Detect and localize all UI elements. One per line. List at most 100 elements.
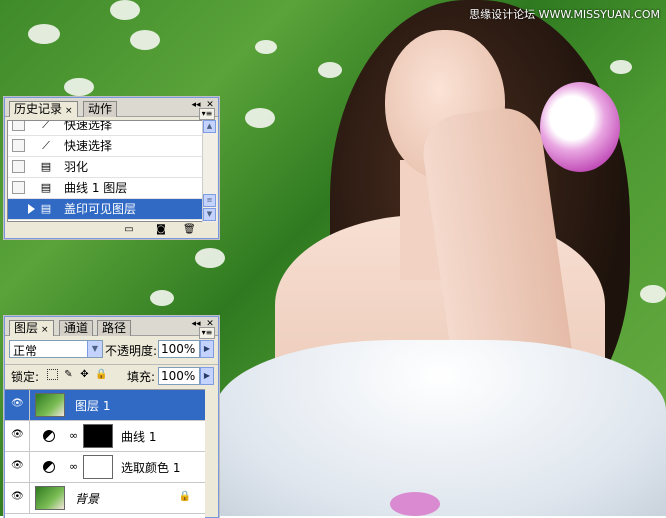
grass-flower bbox=[640, 285, 666, 303]
close-icon[interactable]: × bbox=[65, 106, 73, 116]
tab-label: 历史记录 bbox=[14, 102, 63, 116]
history-state-icon: ▤ bbox=[40, 181, 52, 194]
new-document-icon[interactable]: ▭ bbox=[123, 224, 135, 236]
snapshot-icon[interactable]: ◙ bbox=[155, 224, 167, 236]
tab-label: 通道 bbox=[64, 321, 89, 335]
history-state-icon: ▤ bbox=[40, 160, 52, 173]
history-scrollbar[interactable]: ▲ ≡ ▼ bbox=[202, 120, 217, 222]
layer-row-layer1[interactable]: 👁 图层 1 bbox=[5, 390, 205, 421]
adjustment-layer-icon bbox=[43, 430, 55, 442]
hair-flower bbox=[540, 82, 620, 172]
watermark: 思缘设计论坛 WWW.MISSYUAN.COM bbox=[469, 8, 660, 21]
layers-tab-bar: 图层 × 通道 路径 ◂◂ ✕ ▾≡ bbox=[5, 317, 218, 339]
lock-icon: 🔒 bbox=[178, 491, 191, 502]
tab-channels[interactable]: 通道 bbox=[59, 320, 94, 336]
grass-flower bbox=[150, 290, 174, 306]
quick-select-icon: ⟋ bbox=[42, 120, 50, 131]
layer-row-background[interactable]: 👁 背景 🔒 bbox=[5, 483, 205, 514]
blend-mode-value: 正常 bbox=[13, 344, 38, 358]
history-item-label: 快速选择 bbox=[64, 120, 113, 132]
grass-flower bbox=[245, 108, 275, 128]
history-state-icon: ▤ bbox=[40, 202, 52, 215]
grass-flower bbox=[255, 40, 277, 54]
grass-flower bbox=[110, 0, 140, 20]
layer-name[interactable]: 选取颜色 1 bbox=[121, 459, 180, 476]
lock-label: 锁定: bbox=[11, 370, 40, 384]
scroll-up-icon[interactable]: ▲ bbox=[203, 120, 216, 133]
history-item-selected[interactable]: ▤ 盖印可见图层 bbox=[8, 199, 206, 220]
tab-label: 路径 bbox=[102, 321, 127, 335]
scroll-down-icon[interactable]: ▼ bbox=[203, 208, 216, 221]
grass-flower bbox=[318, 62, 342, 78]
eye-icon[interactable]: 👁 bbox=[11, 461, 24, 471]
divider bbox=[29, 483, 30, 513]
layer-row-curves1[interactable]: 👁 ∞ 曲线 1 bbox=[5, 421, 205, 452]
chevron-down-icon[interactable]: ▼ bbox=[87, 341, 102, 357]
layer-thumbnail bbox=[35, 393, 65, 417]
layer-list: 👁 图层 1 👁 ∞ 曲线 1 👁 ∞ 选取颜色 1 👁 背景 🔒 bbox=[5, 389, 205, 518]
snapshot-source-checkbox[interactable] bbox=[12, 139, 25, 152]
fill-label: 填充: bbox=[127, 370, 156, 384]
history-panel: 历史记录 × 动作 ◂◂ ✕ ▾≡ ⟋ 快速选择 ⟋ 快速选择 ▤ 羽化 ▤ 曲线… bbox=[4, 97, 219, 239]
eye-icon[interactable]: 👁 bbox=[11, 399, 24, 409]
lock-all-icon[interactable]: 🔒 bbox=[95, 369, 107, 380]
eye-icon[interactable]: 👁 bbox=[11, 430, 24, 440]
fill-slider-button[interactable]: ▶ bbox=[200, 367, 214, 385]
grass-flower bbox=[64, 78, 94, 96]
opacity-slider-button[interactable]: ▶ bbox=[200, 340, 214, 358]
layer-row-selective-color1[interactable]: 👁 ∞ 选取颜色 1 bbox=[5, 452, 205, 483]
grass-flower bbox=[610, 60, 632, 74]
snapshot-source-checkbox[interactable] bbox=[12, 121, 25, 131]
bride-dress bbox=[215, 340, 666, 516]
tab-label: 图层 bbox=[14, 321, 39, 335]
history-item[interactable]: ▤ 羽化 bbox=[8, 157, 206, 178]
snapshot-source-checkbox[interactable] bbox=[12, 202, 25, 215]
history-item-label: 盖印可见图层 bbox=[64, 202, 137, 216]
panel-menu-icon[interactable]: ▾≡ bbox=[199, 108, 215, 120]
divider bbox=[29, 421, 30, 451]
grass-flower bbox=[195, 248, 225, 268]
eye-icon[interactable]: 👁 bbox=[11, 492, 24, 502]
history-footer: ▭ ◙ 🗑 bbox=[5, 223, 218, 238]
tab-layers[interactable]: 图层 × bbox=[9, 320, 54, 336]
divider bbox=[29, 452, 30, 482]
history-item[interactable]: ▤ 曲线 1 图层 bbox=[8, 178, 206, 199]
layer-mask-thumbnail bbox=[83, 424, 113, 448]
snapshot-source-checkbox[interactable] bbox=[12, 160, 25, 173]
blend-mode-select[interactable]: 正常 ▼ bbox=[9, 340, 103, 358]
hand-flower bbox=[390, 492, 440, 516]
lock-pixels-icon[interactable]: ✎ bbox=[63, 369, 74, 380]
tab-paths[interactable]: 路径 bbox=[97, 320, 132, 336]
history-item-label: 羽化 bbox=[64, 160, 89, 174]
layer-name[interactable]: 图层 1 bbox=[75, 397, 110, 414]
layer-thumbnail bbox=[35, 486, 65, 510]
lock-position-icon[interactable]: ✥ bbox=[79, 369, 90, 380]
trash-icon[interactable]: 🗑 bbox=[183, 224, 196, 236]
history-state-slider-icon[interactable] bbox=[28, 204, 35, 214]
history-item-label: 快速选择 bbox=[64, 139, 113, 153]
layer-name[interactable]: 背景 bbox=[75, 490, 99, 507]
history-item-label: 曲线 1 图层 bbox=[64, 181, 128, 195]
snapshot-source-checkbox[interactable] bbox=[12, 181, 25, 194]
history-item[interactable]: ⟋ 快速选择 bbox=[8, 120, 206, 136]
close-icon[interactable]: × bbox=[41, 325, 49, 335]
opacity-input[interactable]: 100% bbox=[158, 340, 200, 358]
fill-input[interactable]: 100% bbox=[158, 367, 200, 385]
layer-name[interactable]: 曲线 1 bbox=[121, 428, 156, 445]
tab-history[interactable]: 历史记录 × bbox=[9, 101, 78, 117]
panel-menu-icon[interactable]: ▾≡ bbox=[199, 327, 215, 339]
scroll-thumb[interactable]: ≡ bbox=[203, 194, 216, 207]
lock-fill-row: 锁定: ✎ ✥ 🔒 填充: 100% ▶ bbox=[5, 364, 218, 387]
layers-panel: 图层 × 通道 路径 ◂◂ ✕ ▾≡ 正常 ▼ 不透明度: 100% ▶ 锁定: … bbox=[4, 316, 219, 518]
history-tab-bar: 历史记录 × 动作 ◂◂ ✕ ▾≡ bbox=[5, 98, 218, 120]
link-icon[interactable]: ∞ bbox=[69, 429, 78, 442]
grass-flower bbox=[28, 24, 60, 44]
history-item[interactable]: ⟋ 快速选择 bbox=[8, 136, 206, 157]
tab-actions[interactable]: 动作 bbox=[83, 101, 118, 117]
link-icon[interactable]: ∞ bbox=[69, 460, 78, 473]
lock-transparency-icon[interactable] bbox=[47, 369, 58, 380]
quick-select-icon: ⟋ bbox=[42, 139, 50, 152]
history-list: ⟋ 快速选择 ⟋ 快速选择 ▤ 羽化 ▤ 曲线 1 图层 ▤ 盖印可见图层 bbox=[7, 120, 207, 222]
divider bbox=[29, 390, 30, 420]
layer-mask-thumbnail bbox=[83, 455, 113, 479]
